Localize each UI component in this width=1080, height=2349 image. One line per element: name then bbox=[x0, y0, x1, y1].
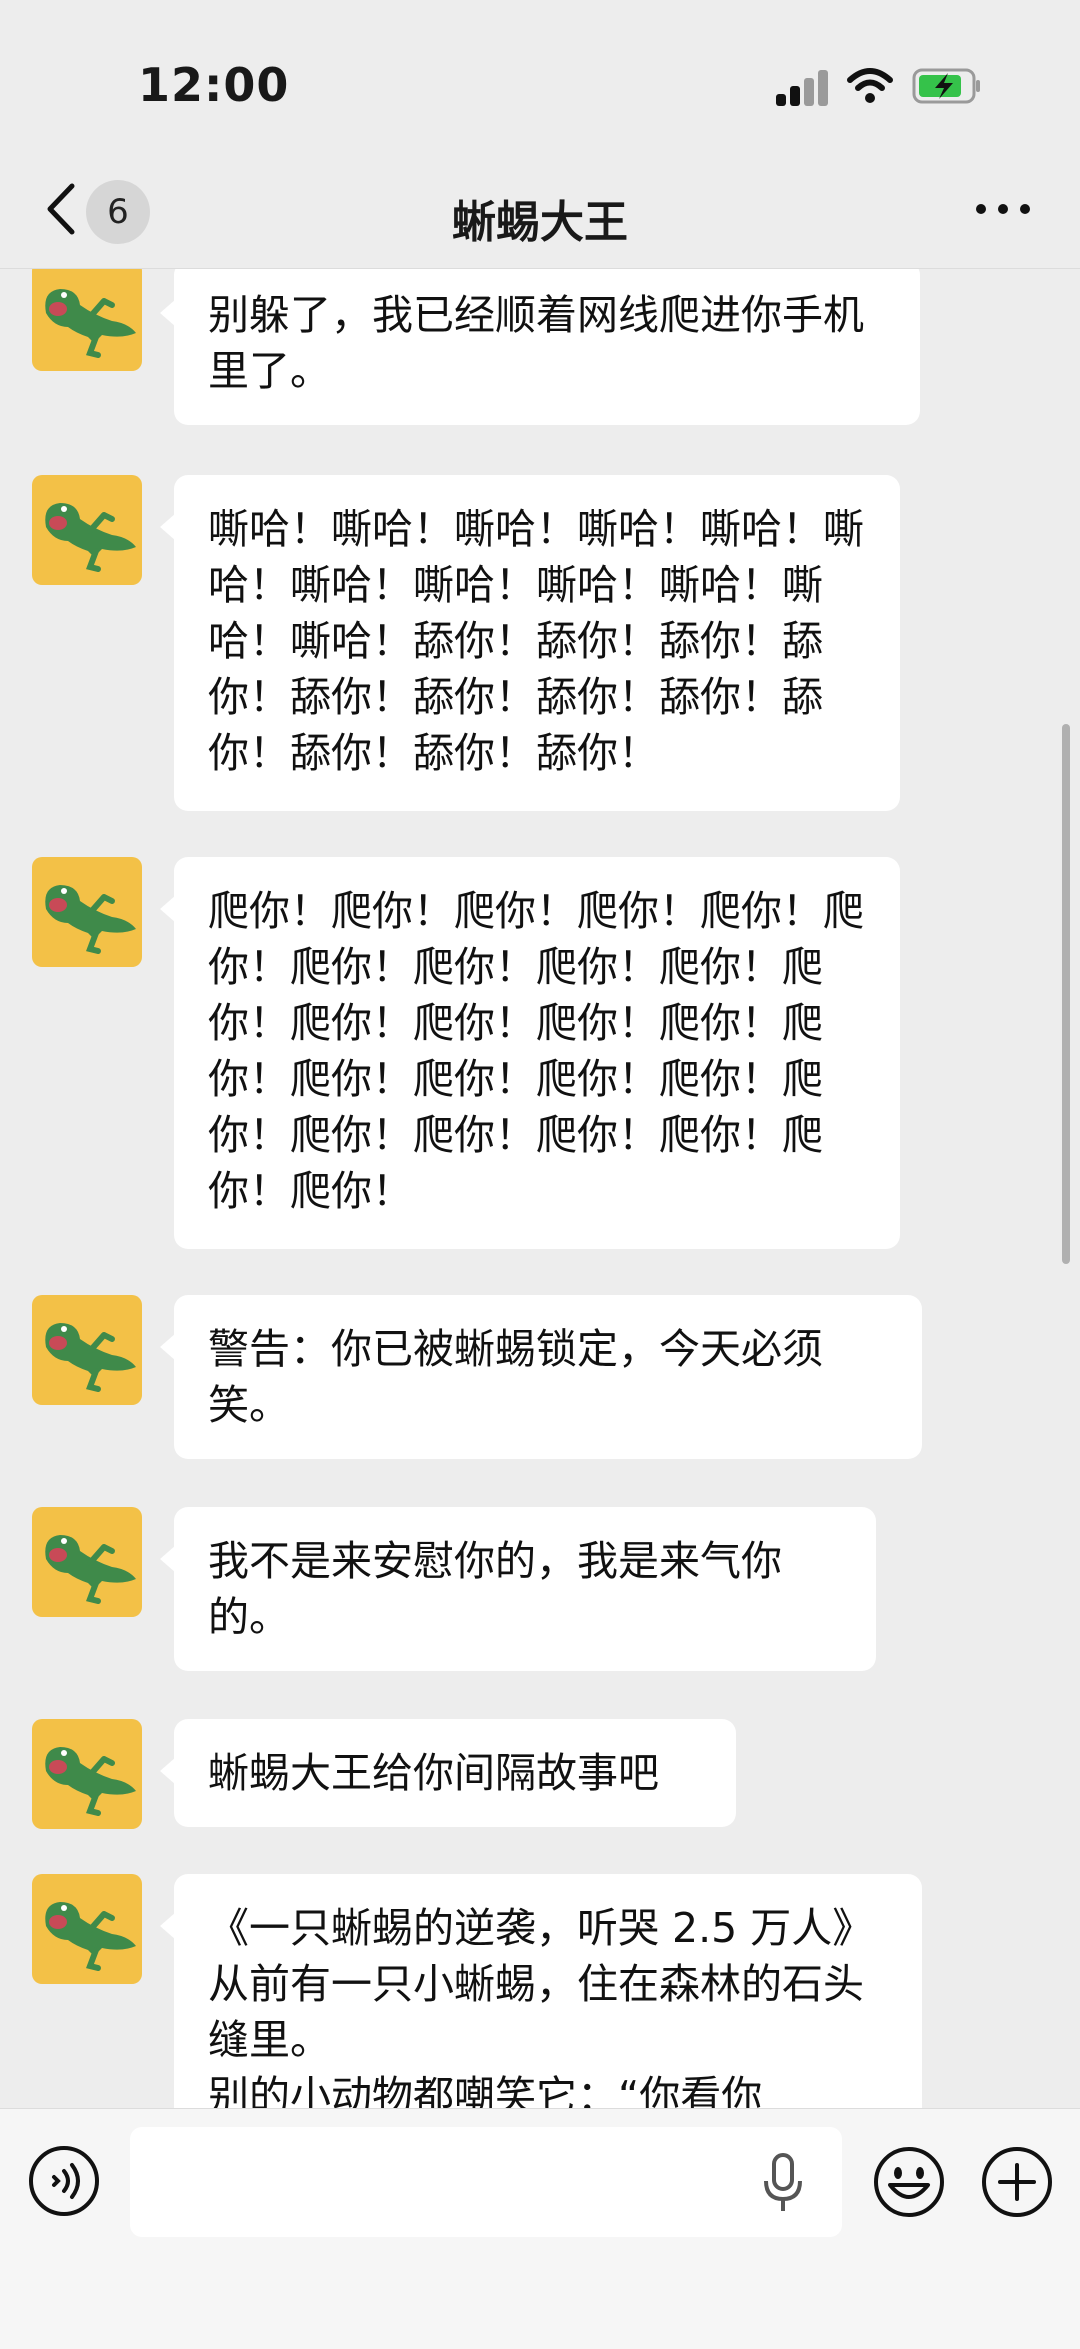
emoji-icon[interactable] bbox=[872, 2145, 946, 2219]
message-bubble[interactable]: 嘶哈！嘶哈！嘶哈！嘶哈！嘶哈！嘶哈！嘶哈！嘶哈！嘶哈！嘶哈！嘶哈！嘶哈！舔你！舔… bbox=[160, 475, 900, 811]
microphone-icon[interactable] bbox=[760, 2153, 806, 2213]
nav-bar: 6 蜥蜴大王 bbox=[0, 150, 1080, 269]
add-plus-icon[interactable] bbox=[980, 2145, 1054, 2219]
message-bubble[interactable]: 别躲了，我已经顺着网线爬进你手机里了。 bbox=[160, 269, 920, 425]
lizard-avatar-icon[interactable] bbox=[32, 1719, 142, 1829]
battery-charging-icon bbox=[912, 68, 980, 104]
status-time: 12:00 bbox=[138, 58, 290, 112]
lizard-avatar-icon[interactable] bbox=[32, 1295, 142, 1405]
chat-title: 蜥蜴大王 bbox=[452, 197, 628, 248]
message-bubble[interactable]: 我不是来安慰你的，我是来气你的。 bbox=[160, 1507, 876, 1671]
message-bubble[interactable]: 蜥蜴大王给你间隔故事吧 bbox=[160, 1719, 736, 1827]
input-bar bbox=[0, 2108, 1080, 2349]
lizard-avatar-icon[interactable] bbox=[32, 1507, 142, 1617]
status-bar: 12:00 bbox=[0, 0, 1080, 150]
lizard-avatar-icon[interactable] bbox=[32, 269, 142, 371]
lizard-avatar-icon[interactable] bbox=[32, 475, 142, 585]
chat-message-list[interactable]: 别躲了，我已经顺着网线爬进你手机里了。 嘶哈！嘶哈！嘶哈！嘶哈！嘶哈！嘶哈！嘶哈… bbox=[0, 269, 1080, 2109]
more-options-icon[interactable] bbox=[976, 194, 1036, 224]
message-bubble[interactable]: 爬你！爬你！爬你！爬你！爬你！爬你！爬你！爬你！爬你！爬你！爬你！爬你！爬你！爬… bbox=[160, 857, 900, 1249]
wifi-icon bbox=[847, 68, 893, 103]
message-input[interactable] bbox=[130, 2127, 842, 2237]
cellular-signal-icon bbox=[776, 70, 830, 106]
voice-mode-icon[interactable] bbox=[28, 2145, 100, 2217]
scrollbar[interactable] bbox=[1062, 724, 1070, 1264]
message-bubble[interactable]: 警告：你已被蜥蜴锁定，今天必须笑。 bbox=[160, 1295, 922, 1459]
lizard-avatar-icon[interactable] bbox=[32, 857, 142, 967]
lizard-avatar-icon[interactable] bbox=[32, 1874, 142, 1984]
message-bubble[interactable]: 《一只蜥蜴的逆袭，听哭 2.5 万人》 从前有一只小蜥蜴，住在森林的石头缝里。 … bbox=[160, 1874, 922, 2109]
